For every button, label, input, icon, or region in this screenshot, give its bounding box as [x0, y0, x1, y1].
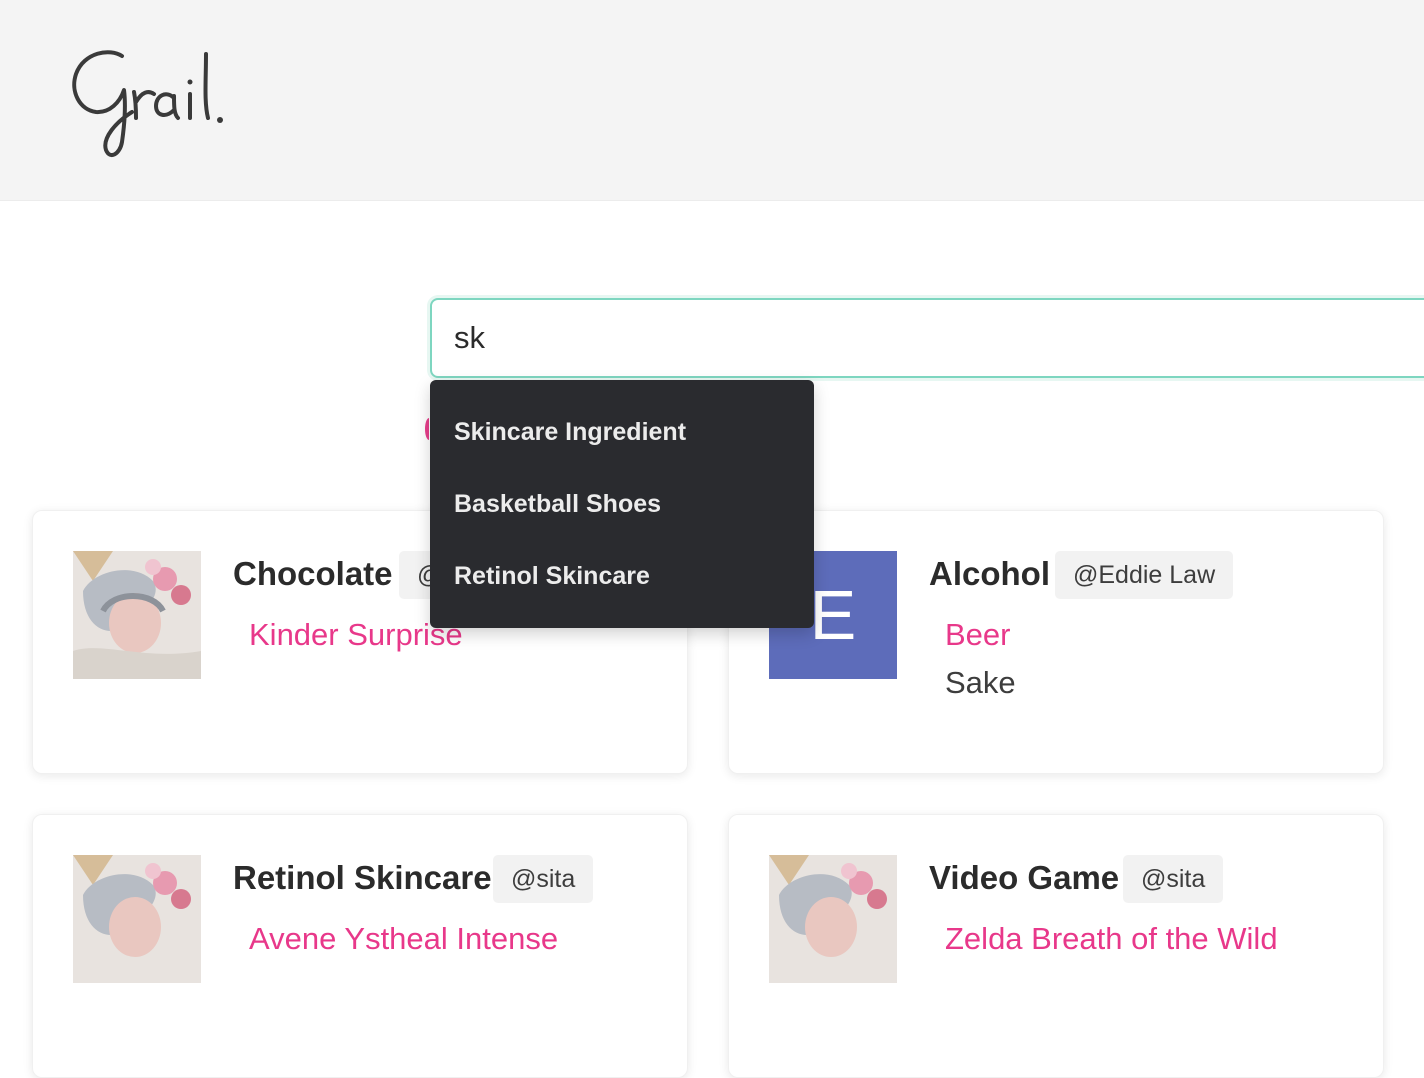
list-card[interactable]: Video Game @sita Zelda Breath of the Wil…: [728, 814, 1384, 1078]
list-card[interactable]: E Alcohol @Eddie Law Beer Sake: [728, 510, 1384, 774]
top-header: [0, 0, 1424, 201]
suggestion-basketball-shoes[interactable]: Basketball Shoes: [430, 480, 814, 552]
card-title[interactable]: Alcohol: [929, 555, 1050, 593]
card-title[interactable]: Retinol Skincare: [233, 859, 492, 897]
avatar: [73, 855, 201, 983]
list-item[interactable]: Avene Ystheal Intense: [249, 921, 558, 957]
list-item[interactable]: Zelda Breath of the Wild: [945, 921, 1278, 957]
grail-logo[interactable]: [70, 40, 280, 165]
user-badge[interactable]: @sita: [493, 855, 594, 903]
list-card[interactable]: Retinol Skincare @sita Avene Ystheal Int…: [32, 814, 688, 1078]
user-badge[interactable]: @sita: [1123, 855, 1224, 903]
illustration-avatar-icon: [73, 855, 201, 983]
suggestion-retinol-skincare[interactable]: Retinol Skincare: [430, 552, 814, 624]
list-item: Sake: [945, 665, 1016, 700]
search-box[interactable]: [430, 298, 1424, 378]
user-badge[interactable]: @Eddie Law: [1055, 551, 1234, 599]
suggestion-skincare-ingredient[interactable]: Skincare Ingredient: [430, 408, 814, 480]
card-title[interactable]: Video Game: [929, 859, 1119, 897]
search-input[interactable]: [454, 318, 1354, 358]
autocomplete-dropdown: Skincare Ingredient Basketball Shoes Ret…: [430, 380, 814, 628]
illustration-avatar-icon: [769, 855, 897, 983]
avatar: [73, 551, 201, 679]
avatar: [769, 855, 897, 983]
illustration-avatar-icon: [73, 551, 201, 679]
list-item[interactable]: Beer: [945, 617, 1010, 653]
card-title[interactable]: Chocolate: [233, 555, 393, 593]
